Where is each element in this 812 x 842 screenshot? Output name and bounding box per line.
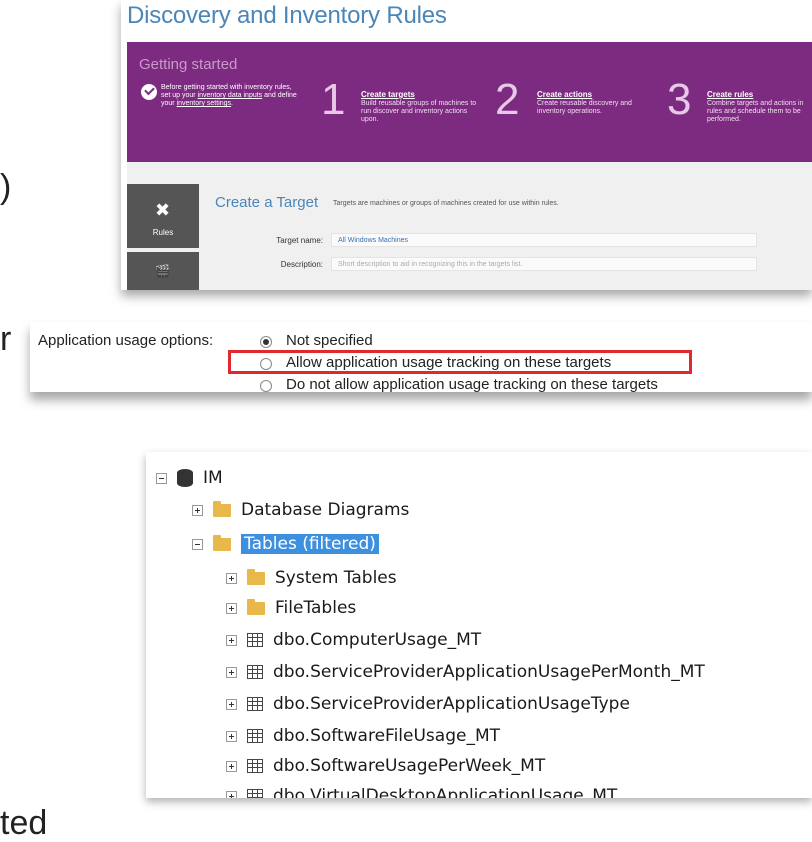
description-label: Description:	[280, 260, 323, 269]
tree-node-table[interactable]: dbo.SoftwareFileUsage_MT	[226, 722, 500, 750]
not-specified-radio[interactable]	[260, 336, 272, 348]
target-name-label: Target name:	[276, 236, 323, 245]
tree-node-label: dbo.ServiceProviderApplicationUsageType	[273, 694, 630, 714]
tree-node-label: dbo.ComputerUsage_MT	[273, 630, 482, 650]
tree-node-table[interactable]: dbo.SoftwareUsagePerWeek_MT	[226, 752, 545, 780]
tree-node-label: System Tables	[275, 568, 397, 588]
tree-node-label: FileTables	[275, 598, 357, 618]
table-icon	[247, 759, 263, 773]
target-name-field[interactable]: All Windows Machines	[331, 233, 757, 247]
intro-text-part: .	[231, 100, 233, 107]
tree-node-label: Database Diagrams	[241, 500, 410, 520]
sidebar-item-rules[interactable]: ✖ Rules	[127, 184, 199, 248]
getting-started-heading: Getting started	[139, 56, 238, 73]
tree-node-system-tables[interactable]: System Tables	[226, 564, 397, 592]
expand-icon[interactable]	[226, 790, 237, 798]
highlight-box	[228, 350, 692, 374]
folder-icon	[247, 598, 265, 615]
tree-node-label: dbo.SoftwareUsagePerWeek_MT	[273, 756, 546, 776]
step-number: 2	[495, 75, 520, 124]
table-icon	[247, 789, 263, 798]
disallow-tracking-radio[interactable]	[260, 380, 272, 392]
tree-node-tables[interactable]: Tables (filtered)	[192, 530, 379, 558]
folder-icon	[247, 568, 265, 585]
usage-options-label: Application usage options:	[38, 332, 214, 349]
create-actions-link[interactable]: Create actions	[537, 90, 592, 99]
step-description: Create reusable discovery and inventory …	[537, 100, 632, 115]
expand-icon[interactable]	[226, 572, 237, 584]
table-icon	[247, 729, 263, 743]
tree-node-table[interactable]: dbo.ServiceProviderApplicationUsageType	[226, 690, 630, 718]
tree-node-database-diagrams[interactable]: Database Diagrams	[192, 496, 409, 524]
expand-icon[interactable]	[226, 666, 237, 678]
inventory-settings-link[interactable]: inventory settings	[177, 100, 231, 107]
sidebar-item-actions[interactable]: 🎬	[127, 252, 199, 290]
tree-node-table[interactable]: dbo.VirtualDesktopApplicationUsage_MT	[226, 782, 617, 798]
expand-icon[interactable]	[226, 698, 237, 710]
collapse-icon[interactable]	[192, 538, 203, 550]
inventory-rules-panel: Discovery and Inventory Rules Getting st…	[121, 0, 812, 290]
step-description: Build reusable groups of machines to run…	[361, 100, 477, 123]
tree-node-table[interactable]: dbo.ServiceProviderApplicationUsagePerMo…	[226, 658, 705, 686]
create-rules-link[interactable]: Create rules	[707, 90, 753, 99]
step-description: Combine targets and actions in rules and…	[707, 100, 804, 123]
expand-icon[interactable]	[192, 504, 203, 516]
tree-node-label: Tables (filtered)	[241, 534, 379, 554]
background-text-fragment: )	[0, 168, 12, 206]
table-icon	[247, 697, 263, 711]
tree-node-label: IM	[203, 468, 223, 488]
getting-started-banner: Getting started Before getting started w…	[127, 42, 812, 162]
collapse-icon[interactable]	[156, 472, 167, 484]
table-icon	[247, 665, 263, 679]
tree-node-table[interactable]: dbo.ComputerUsage_MT	[226, 626, 481, 654]
not-specified-option-label[interactable]: Not specified	[286, 332, 373, 349]
tools-icon: ✖	[155, 200, 171, 220]
expand-icon[interactable]	[226, 634, 237, 646]
background-text-fragment: ted	[0, 804, 48, 842]
tree-node-label: dbo.SoftwareFileUsage_MT	[273, 726, 500, 746]
tree-node-label: dbo.ServiceProviderApplicationUsagePerMo…	[273, 662, 705, 682]
folder-icon	[213, 534, 231, 551]
background-text-fragment: r	[0, 320, 12, 358]
checkmark-icon	[141, 84, 157, 100]
folder-icon	[213, 500, 231, 517]
tree-node-im[interactable]: IM	[156, 464, 223, 492]
object-explorer-tree: IM Database Diagrams Tables (filtered) S…	[146, 452, 812, 798]
sidebar-item-label: Rules	[152, 228, 174, 237]
create-targets-link[interactable]: Create targets	[361, 90, 415, 99]
tree-node-filetables[interactable]: FileTables	[226, 594, 356, 622]
expand-icon[interactable]	[226, 602, 237, 614]
expand-icon[interactable]	[226, 760, 237, 772]
intro-text: Before getting started with inventory ru…	[161, 84, 301, 108]
application-usage-options: Application usage options: Not specified…	[30, 322, 812, 393]
clapperboard-icon: 🎬	[155, 264, 170, 278]
database-icon	[177, 469, 193, 487]
create-target-section: ✖ Rules 🎬 Create a Target Targets are ma…	[127, 162, 812, 290]
step-number: 1	[321, 75, 346, 124]
description-field[interactable]: Short description to aid in recognizing …	[331, 257, 757, 271]
step-number: 3	[667, 75, 692, 124]
tree-node-label: dbo.VirtualDesktopApplicationUsage_MT	[273, 786, 618, 798]
inventory-data-inputs-link[interactable]: inventory data inputs	[198, 92, 263, 99]
page-title: Discovery and Inventory Rules	[127, 2, 447, 29]
disallow-tracking-option-label[interactable]: Do not allow application usage tracking …	[286, 376, 658, 393]
create-target-subheading: Targets are machines or groups of machin…	[333, 200, 559, 207]
create-target-heading: Create a Target	[215, 194, 319, 211]
expand-icon[interactable]	[226, 730, 237, 742]
table-icon	[247, 633, 263, 647]
